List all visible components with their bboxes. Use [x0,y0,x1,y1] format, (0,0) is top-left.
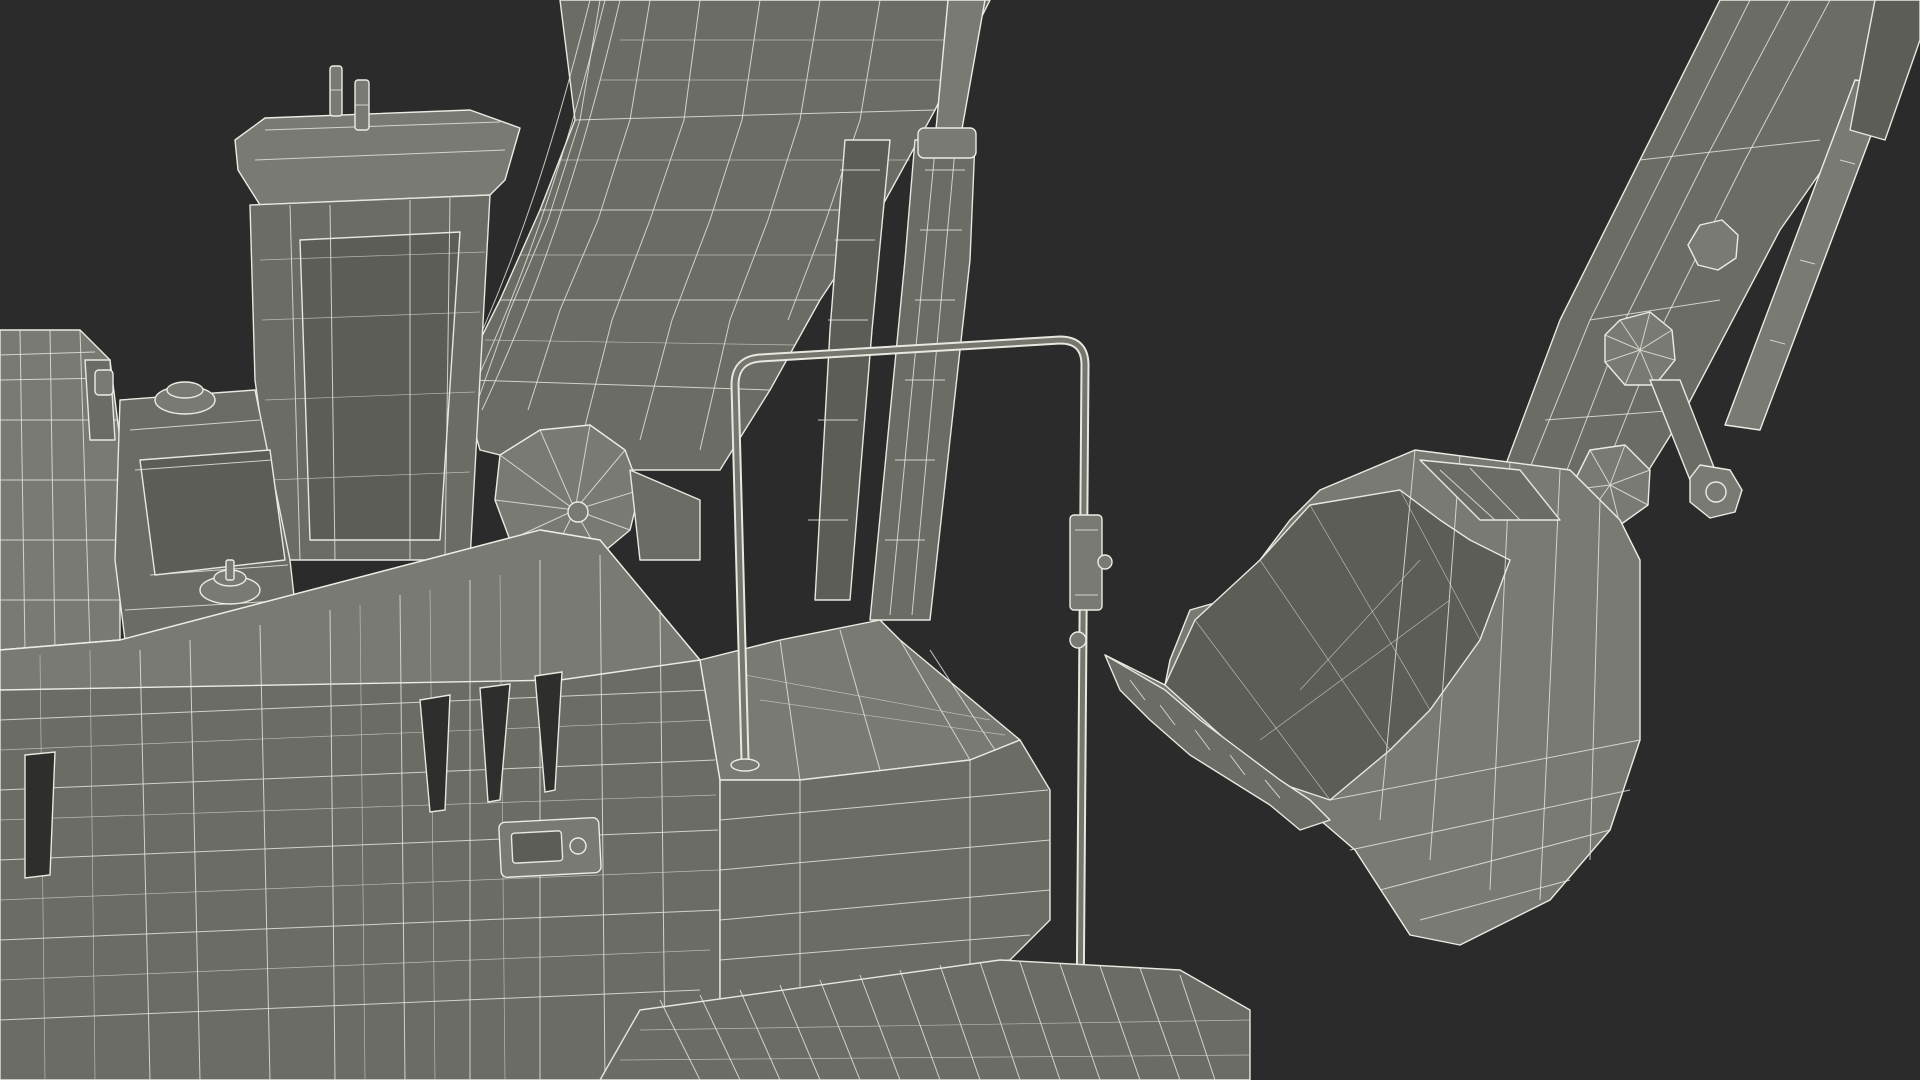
left-storage-box [0,329,121,651]
excavator-wireframe-render [0,0,1920,1080]
